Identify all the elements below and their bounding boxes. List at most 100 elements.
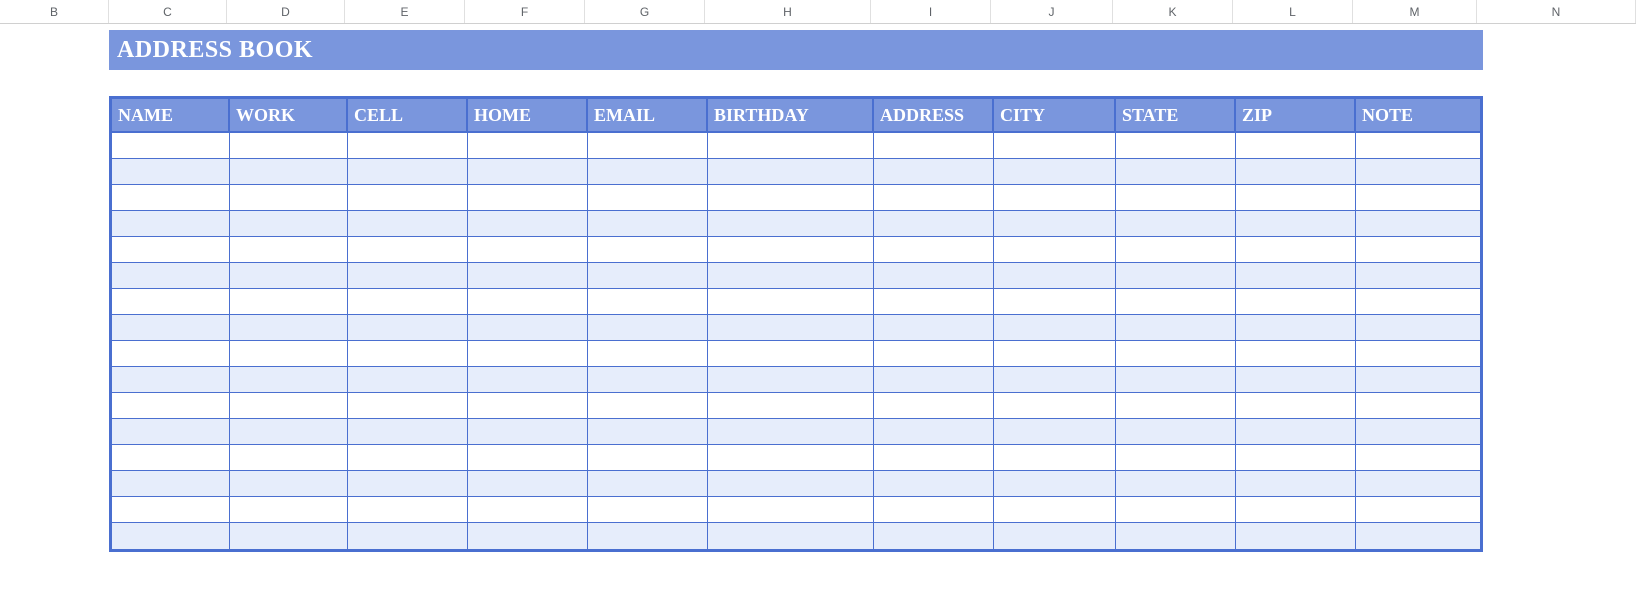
table-cell[interactable] — [1236, 419, 1356, 445]
table-cell[interactable] — [994, 185, 1116, 211]
table-cell[interactable] — [1236, 211, 1356, 237]
table-cell[interactable] — [874, 159, 994, 185]
table-cell[interactable] — [468, 445, 588, 471]
table-cell[interactable] — [708, 419, 874, 445]
column-header-G[interactable]: G — [585, 0, 705, 23]
table-cell[interactable] — [468, 315, 588, 341]
table-cell[interactable] — [1356, 263, 1480, 289]
table-cell[interactable] — [1236, 315, 1356, 341]
table-cell[interactable] — [230, 263, 348, 289]
table-cell[interactable] — [112, 211, 230, 237]
table-cell[interactable] — [588, 133, 708, 159]
table-cell[interactable] — [112, 315, 230, 341]
table-cell[interactable] — [112, 185, 230, 211]
table-cell[interactable] — [874, 497, 994, 523]
table-cell[interactable] — [874, 471, 994, 497]
table-cell[interactable] — [348, 471, 468, 497]
table-header-state[interactable]: STATE — [1116, 99, 1236, 133]
table-cell[interactable] — [708, 211, 874, 237]
table-cell[interactable] — [588, 159, 708, 185]
table-cell[interactable] — [348, 393, 468, 419]
table-cell[interactable] — [348, 419, 468, 445]
table-cell[interactable] — [874, 393, 994, 419]
table-cell[interactable] — [348, 185, 468, 211]
table-cell[interactable] — [230, 237, 348, 263]
table-header-address[interactable]: ADDRESS — [874, 99, 994, 133]
table-header-name[interactable]: NAME — [112, 99, 230, 133]
table-cell[interactable] — [468, 237, 588, 263]
table-cell[interactable] — [994, 445, 1116, 471]
table-cell[interactable] — [994, 471, 1116, 497]
table-cell[interactable] — [468, 133, 588, 159]
column-header-K[interactable]: K — [1113, 0, 1233, 23]
table-cell[interactable] — [348, 211, 468, 237]
table-cell[interactable] — [1236, 523, 1356, 549]
table-cell[interactable] — [708, 185, 874, 211]
table-cell[interactable] — [1236, 445, 1356, 471]
table-cell[interactable] — [588, 289, 708, 315]
table-cell[interactable] — [1116, 497, 1236, 523]
table-cell[interactable] — [1116, 393, 1236, 419]
table-cell[interactable] — [708, 315, 874, 341]
table-cell[interactable] — [1116, 133, 1236, 159]
table-cell[interactable] — [874, 523, 994, 549]
table-cell[interactable] — [588, 419, 708, 445]
table-cell[interactable] — [874, 289, 994, 315]
table-cell[interactable] — [348, 523, 468, 549]
table-cell[interactable] — [994, 133, 1116, 159]
table-cell[interactable] — [112, 263, 230, 289]
table-cell[interactable] — [112, 497, 230, 523]
table-cell[interactable] — [112, 445, 230, 471]
table-cell[interactable] — [994, 211, 1116, 237]
table-cell[interactable] — [874, 445, 994, 471]
table-cell[interactable] — [1116, 471, 1236, 497]
table-cell[interactable] — [708, 133, 874, 159]
column-header-F[interactable]: F — [465, 0, 585, 23]
table-cell[interactable] — [112, 523, 230, 549]
table-cell[interactable] — [230, 341, 348, 367]
table-cell[interactable] — [112, 237, 230, 263]
table-cell[interactable] — [468, 471, 588, 497]
column-header-L[interactable]: L — [1233, 0, 1353, 23]
table-cell[interactable] — [112, 341, 230, 367]
table-cell[interactable] — [230, 315, 348, 341]
table-cell[interactable] — [708, 393, 874, 419]
table-cell[interactable] — [1356, 419, 1480, 445]
table-cell[interactable] — [1116, 289, 1236, 315]
table-cell[interactable] — [994, 315, 1116, 341]
table-cell[interactable] — [588, 263, 708, 289]
table-cell[interactable] — [1356, 159, 1480, 185]
table-cell[interactable] — [230, 393, 348, 419]
table-cell[interactable] — [994, 341, 1116, 367]
table-cell[interactable] — [468, 497, 588, 523]
table-cell[interactable] — [468, 185, 588, 211]
table-header-email[interactable]: EMAIL — [588, 99, 708, 133]
table-cell[interactable] — [112, 159, 230, 185]
table-header-home[interactable]: HOME — [468, 99, 588, 133]
table-cell[interactable] — [708, 445, 874, 471]
column-header-B[interactable]: B — [0, 0, 109, 23]
table-cell[interactable] — [1356, 211, 1480, 237]
table-cell[interactable] — [1116, 419, 1236, 445]
table-cell[interactable] — [1356, 445, 1480, 471]
table-cell[interactable] — [468, 393, 588, 419]
table-cell[interactable] — [874, 341, 994, 367]
table-cell[interactable] — [230, 419, 348, 445]
table-cell[interactable] — [1356, 367, 1480, 393]
table-cell[interactable] — [708, 159, 874, 185]
table-cell[interactable] — [230, 159, 348, 185]
table-cell[interactable] — [874, 237, 994, 263]
column-header-N[interactable]: N — [1477, 0, 1636, 23]
table-cell[interactable] — [588, 445, 708, 471]
table-cell[interactable] — [230, 133, 348, 159]
table-cell[interactable] — [348, 133, 468, 159]
table-cell[interactable] — [1116, 237, 1236, 263]
table-cell[interactable] — [874, 211, 994, 237]
table-cell[interactable] — [708, 471, 874, 497]
table-cell[interactable] — [468, 159, 588, 185]
table-cell[interactable] — [588, 341, 708, 367]
table-cell[interactable] — [468, 341, 588, 367]
table-cell[interactable] — [1356, 471, 1480, 497]
table-cell[interactable] — [1236, 497, 1356, 523]
table-cell[interactable] — [1356, 341, 1480, 367]
